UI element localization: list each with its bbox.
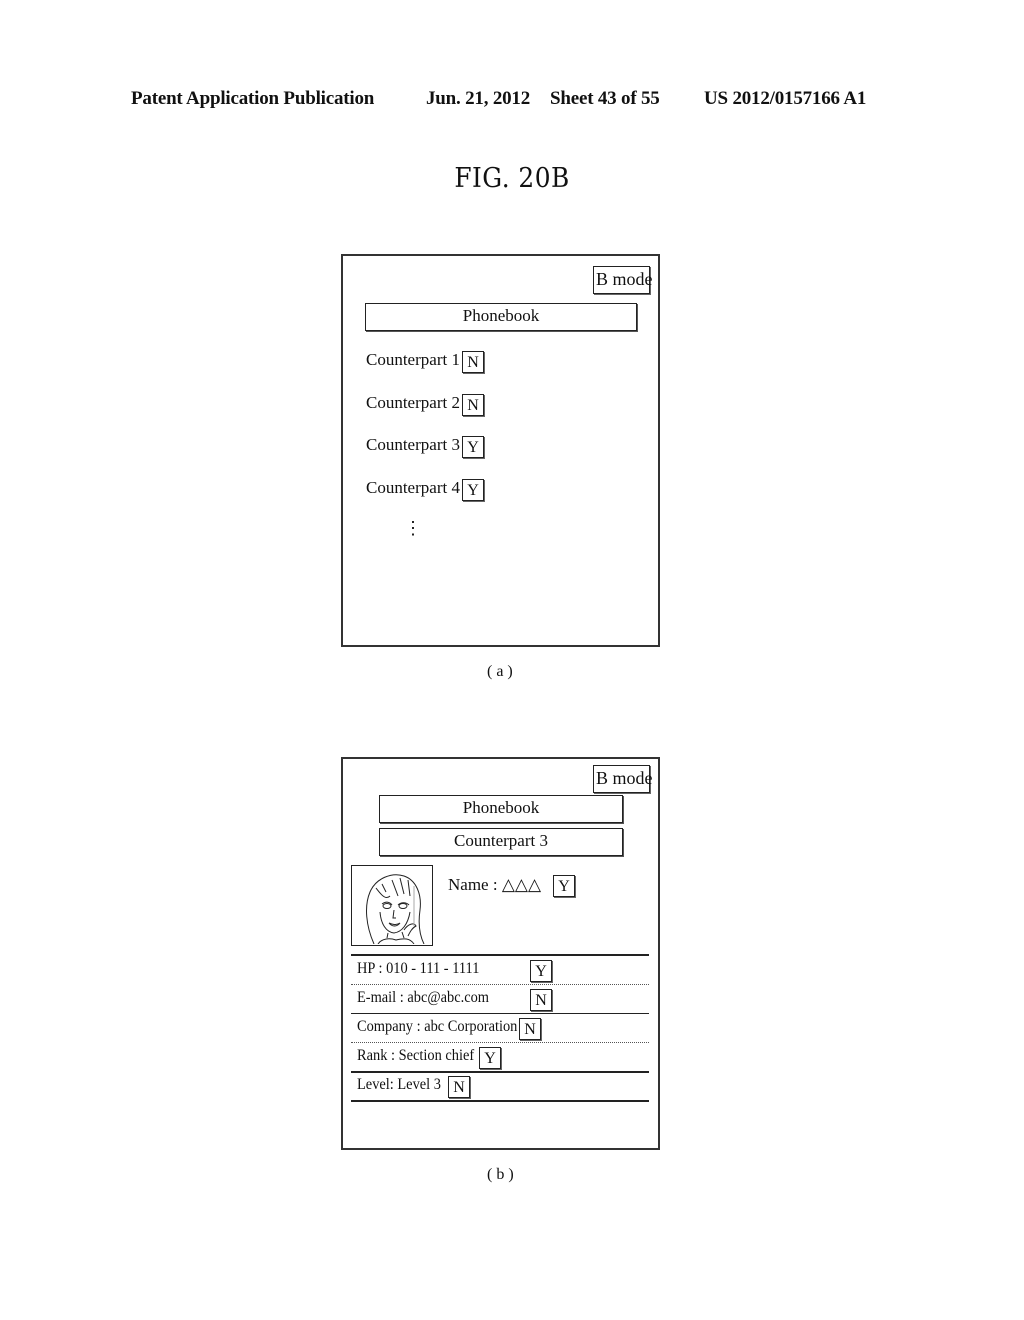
name-label: Name : △△△	[448, 875, 542, 894]
flag-toggle[interactable]: N	[462, 351, 484, 373]
sheet-number: Sheet 43 of 55	[550, 88, 660, 109]
b-mode-button[interactable]: B mode	[593, 266, 653, 294]
field-label: HP : 010 - 111 - 1111	[357, 960, 480, 977]
patent-number: US 2012/0157166 A1	[704, 88, 867, 109]
flag-toggle[interactable]: Y	[462, 479, 484, 501]
counterpart-label: Counterpart 3	[366, 435, 460, 454]
divider	[351, 954, 649, 956]
portrait-icon	[366, 874, 425, 945]
contact-photo[interactable]	[351, 865, 433, 946]
field-label: E-mail : abc@abc.com	[357, 989, 490, 1006]
phone-screen-a: B mode Phonebook Counterpart 1 N Counter…	[341, 254, 660, 647]
more-items-indicator: ⋮	[404, 518, 422, 538]
divider	[351, 1100, 649, 1102]
field-flag-toggle[interactable]: N	[519, 1018, 541, 1040]
divider	[351, 1013, 649, 1014]
b-mode-button[interactable]: B mode	[593, 765, 653, 793]
publication-date: Jun. 21, 2012	[426, 88, 531, 109]
flag-toggle[interactable]: N	[462, 394, 484, 416]
phonebook-title-bar[interactable]: Phonebook	[365, 303, 637, 331]
flag-toggle[interactable]: Y	[462, 436, 484, 458]
counterpart-label: Counterpart 1	[366, 350, 460, 369]
counterpart-label: Counterpart 4	[366, 478, 460, 497]
caption-a: ( a )	[487, 663, 513, 680]
divider	[351, 1071, 649, 1073]
phone-screen-b: B mode Phonebook Counterpart 3 Name : △△…	[341, 757, 660, 1150]
name-flag-toggle[interactable]: Y	[553, 875, 575, 897]
field-flag-toggle[interactable]: Y	[530, 960, 552, 982]
counterpart-title-bar[interactable]: Counterpart 3	[379, 828, 623, 856]
field-flag-toggle[interactable]: N	[448, 1076, 470, 1098]
divider	[351, 984, 649, 985]
caption-b: ( b )	[487, 1166, 514, 1183]
field-flag-toggle[interactable]: N	[530, 989, 552, 1011]
field-flag-toggle[interactable]: Y	[479, 1047, 501, 1069]
field-label: Level: Level 3	[357, 1076, 441, 1093]
counterpart-label: Counterpart 2	[366, 393, 460, 412]
field-label: Rank : Section chief	[357, 1047, 475, 1064]
figure-title: FIG. 20B	[454, 163, 570, 194]
divider	[351, 1042, 649, 1043]
field-label: Company : abc Corporation	[357, 1018, 518, 1035]
publication-label: Patent Application Publication	[131, 88, 375, 109]
phonebook-title-bar[interactable]: Phonebook	[379, 795, 623, 823]
